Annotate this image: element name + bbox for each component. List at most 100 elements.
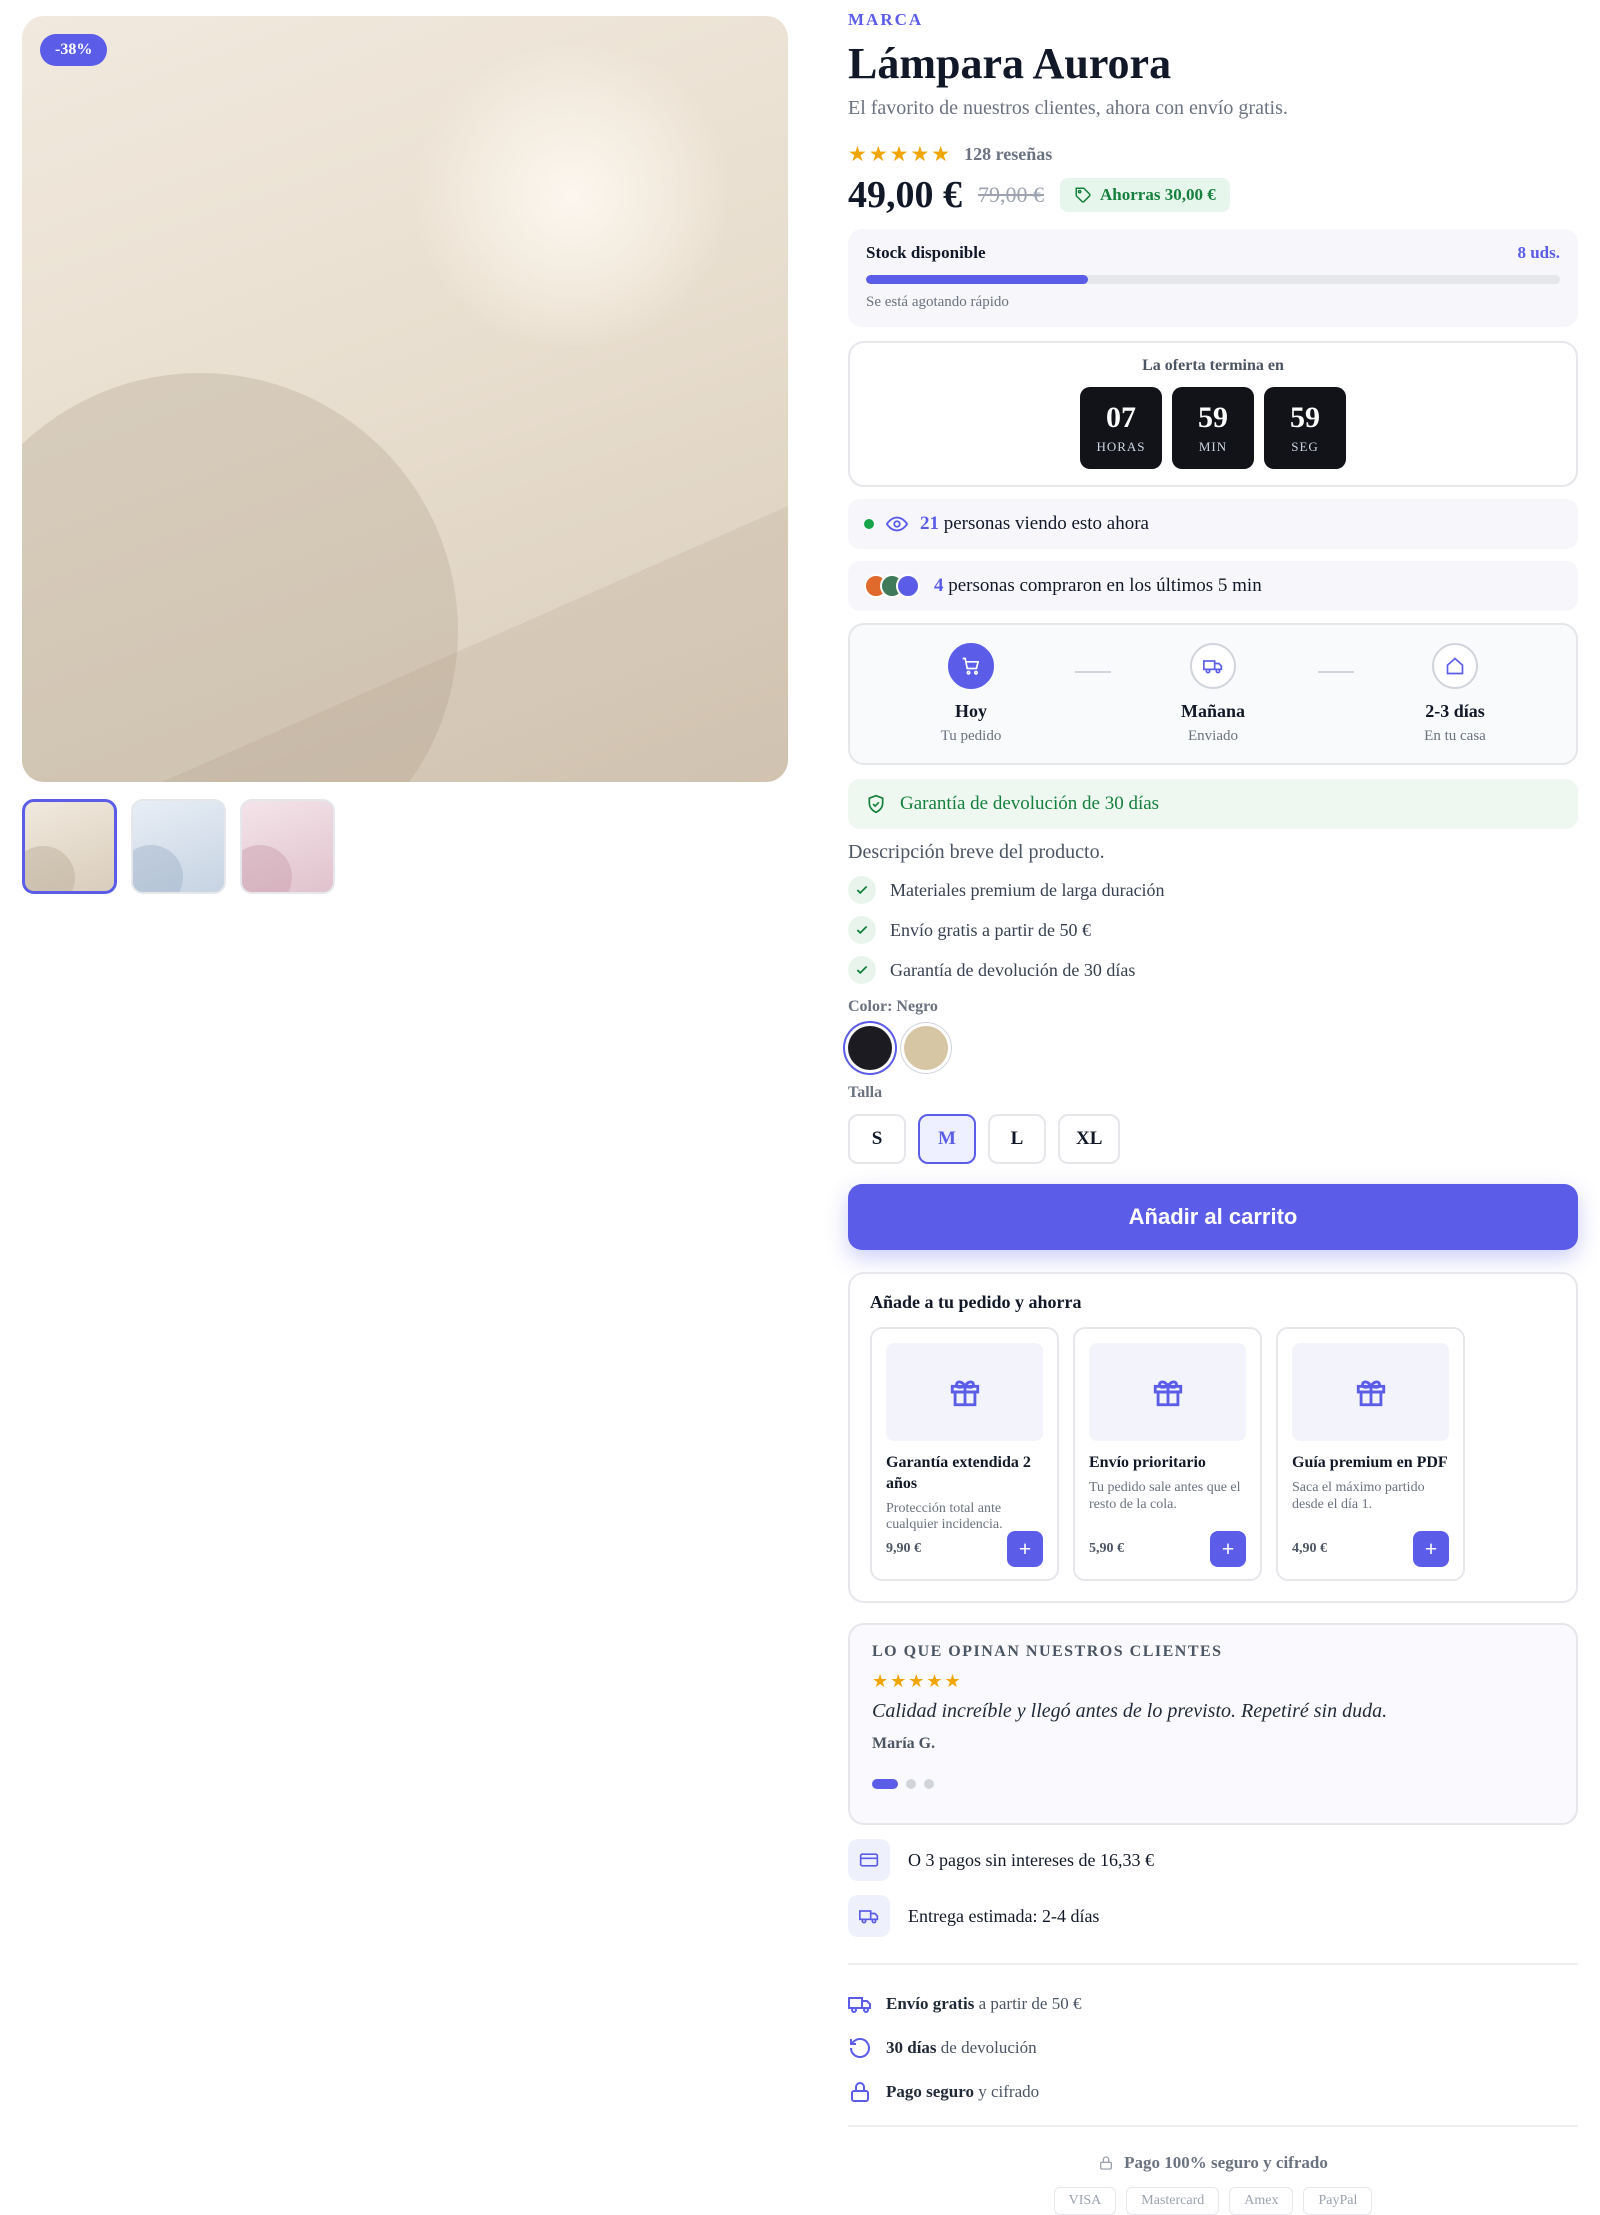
feature-item: Envío gratis a partir de 50 €	[848, 916, 1578, 944]
thumbnail-pink[interactable]	[240, 799, 335, 894]
stock-progress-bar	[866, 275, 1560, 284]
delivery-step-shipped: Mañana Enviado	[1143, 643, 1283, 745]
delivery-step-today: Hoy Tu pedido	[901, 643, 1041, 745]
countdown-seconds: 59 SEG	[1264, 387, 1346, 469]
payment-method-mastercard: Mastercard	[1126, 2187, 1220, 2215]
size-option-m[interactable]: M	[918, 1114, 976, 1164]
size-label: Talla	[848, 1084, 883, 1101]
payment-methods: VISA Mastercard Amex PayPal	[848, 2187, 1578, 2215]
delivery-step-home: 2-3 días En tu casa	[1385, 643, 1525, 745]
old-price: 79,00 €	[978, 182, 1044, 207]
carousel-dot[interactable]	[906, 1779, 916, 1789]
buyers-text: personas compraron en los últimos 5 min	[948, 575, 1262, 596]
color-swatch-black[interactable]	[848, 1026, 892, 1070]
review-author: María G.	[872, 1735, 936, 1752]
brand-label: MARCA	[848, 10, 924, 29]
check-icon	[856, 925, 868, 935]
cart-icon	[962, 657, 980, 675]
rating: ★★★★★ 128 reseñas	[848, 142, 1578, 167]
divider	[848, 1963, 1578, 1965]
home-icon	[1446, 657, 1464, 675]
truck-icon	[1203, 660, 1223, 674]
gift-icon	[1153, 1380, 1182, 1407]
avatar	[896, 574, 920, 598]
discount-badge: -38%	[40, 34, 108, 66]
secure-payment-line: Pago 100% seguro y cifrado	[848, 2153, 1578, 2173]
add-upsell-button[interactable]: +	[1413, 1531, 1449, 1567]
tag-icon	[1075, 187, 1091, 203]
carousel-dot[interactable]	[924, 1779, 934, 1789]
countdown-minutes: 59 MIN	[1172, 387, 1254, 469]
buyer-avatars	[864, 574, 920, 598]
refresh-icon	[850, 2038, 870, 2058]
upsell-panel: Añade a tu pedido y ahorra Garantía exte…	[848, 1272, 1578, 1603]
product-title: Lámpara Aurora	[848, 39, 1172, 88]
gift-icon	[1356, 1380, 1385, 1407]
thumbnail-blue[interactable]	[131, 799, 226, 894]
feature-item: Materiales premium de larga duración	[848, 876, 1578, 904]
payment-method-paypal: PayPal	[1303, 2187, 1373, 2215]
trust-secure: Pago seguro y cifrado	[848, 2081, 1223, 2103]
divider	[848, 2125, 1578, 2127]
size-option-xl[interactable]: XL	[1058, 1114, 1121, 1164]
trust-returns: 30 días de devolución	[848, 2037, 1223, 2059]
gift-icon	[950, 1380, 979, 1407]
trust-badges: Envío gratis a partir de 50 € 30 días de…	[848, 1993, 1578, 2125]
color-swatch-beige[interactable]	[904, 1026, 948, 1070]
buyers-count: 4	[934, 575, 944, 596]
countdown-hours: 07 HORAS	[1080, 387, 1162, 469]
size-option-l[interactable]: L	[988, 1114, 1046, 1164]
delivery-timeline: Hoy Tu pedido Mañana Enviado 2-3 días En…	[848, 623, 1578, 765]
viewers-notice: 21 personas viendo esto ahora	[848, 499, 1578, 549]
lock-icon	[851, 2082, 869, 2102]
eye-icon	[886, 516, 908, 532]
carousel-dot[interactable]	[872, 1779, 898, 1789]
add-to-cart-button[interactable]: Añadir al carrito	[848, 1184, 1578, 1250]
thumbnail-beige[interactable]	[22, 799, 117, 894]
payment-method-amex: Amex	[1229, 2187, 1294, 2215]
stock-hint: Se está agotando rápido	[866, 294, 1009, 310]
offer-countdown: La oferta termina en 07 HORAS 59 MIN 59 SEG	[848, 341, 1578, 487]
customer-review-carousel: LO QUE OPINAN NUESTROS CLIENTES ★★★★★ Ca…	[848, 1623, 1578, 1825]
check-icon	[856, 885, 868, 895]
truck-icon	[859, 1910, 879, 1924]
lock-icon	[1100, 2156, 1113, 2170]
delivery-estimate: Entrega estimada: 2-4 días	[848, 1895, 1578, 1937]
upsell-title: Añade a tu pedido y ahorra	[870, 1292, 1082, 1312]
image-diagonal-shape	[162, 506, 788, 782]
stock-units: 8 uds.	[1517, 243, 1560, 262]
add-upsell-button[interactable]: +	[1007, 1531, 1043, 1567]
upsell-card[interactable]: Envío prioritario Tu pedido sale antes q…	[1073, 1327, 1262, 1581]
live-dot-icon	[864, 519, 874, 529]
product-description: Descripción breve del producto.	[848, 841, 1105, 863]
savings-text: Ahorras 30,00 €	[1100, 185, 1216, 204]
reviews-count-link[interactable]: 128 reseñas	[964, 144, 1052, 165]
product-gallery: -38%	[22, 16, 788, 894]
stock-progress-fill	[866, 275, 1089, 284]
size-option-s[interactable]: S	[848, 1114, 906, 1164]
upsell-card[interactable]: Guía premium en PDF Saca el máximo parti…	[1276, 1327, 1465, 1581]
step-connector	[1075, 671, 1111, 673]
installments-text: O 3 pagos sin intereses de 16,33 €	[908, 1849, 1154, 1870]
viewers-text: personas viendo esto ahora	[943, 513, 1149, 534]
installments-info: O 3 pagos sin intereses de 16,33 €	[848, 1839, 1578, 1881]
credit-card-icon	[859, 1853, 879, 1867]
review-heading: LO QUE OPINAN NUESTROS CLIENTES	[872, 1643, 1223, 1660]
add-upsell-button[interactable]: +	[1210, 1531, 1246, 1567]
current-price: 49,00 €	[848, 174, 962, 216]
color-label: Color: Negro	[848, 998, 938, 1015]
size-options: S M L XL	[848, 1114, 1578, 1164]
stock-panel: Stock disponible 8 uds. Se está agotando…	[848, 229, 1578, 327]
price-row: 49,00 € 79,00 € Ahorras 30,00 €	[848, 173, 1578, 217]
viewers-count: 21	[920, 513, 939, 534]
carousel-dots	[872, 1779, 1554, 1789]
color-swatches	[848, 1026, 1578, 1070]
feature-item: Garantía de devolución de 30 días	[848, 956, 1578, 984]
countdown-label: La oferta termina en	[1142, 357, 1284, 374]
shield-check-icon	[868, 794, 884, 814]
rating-stars: ★★★★★	[848, 142, 953, 166]
product-main-image[interactable]: -38%	[22, 16, 788, 782]
product-subtitle: El favorito de nuestros clientes, ahora …	[848, 97, 1288, 119]
stock-label: Stock disponible	[866, 243, 986, 262]
upsell-card[interactable]: Garantía extendida 2 años Protección tot…	[870, 1327, 1059, 1581]
